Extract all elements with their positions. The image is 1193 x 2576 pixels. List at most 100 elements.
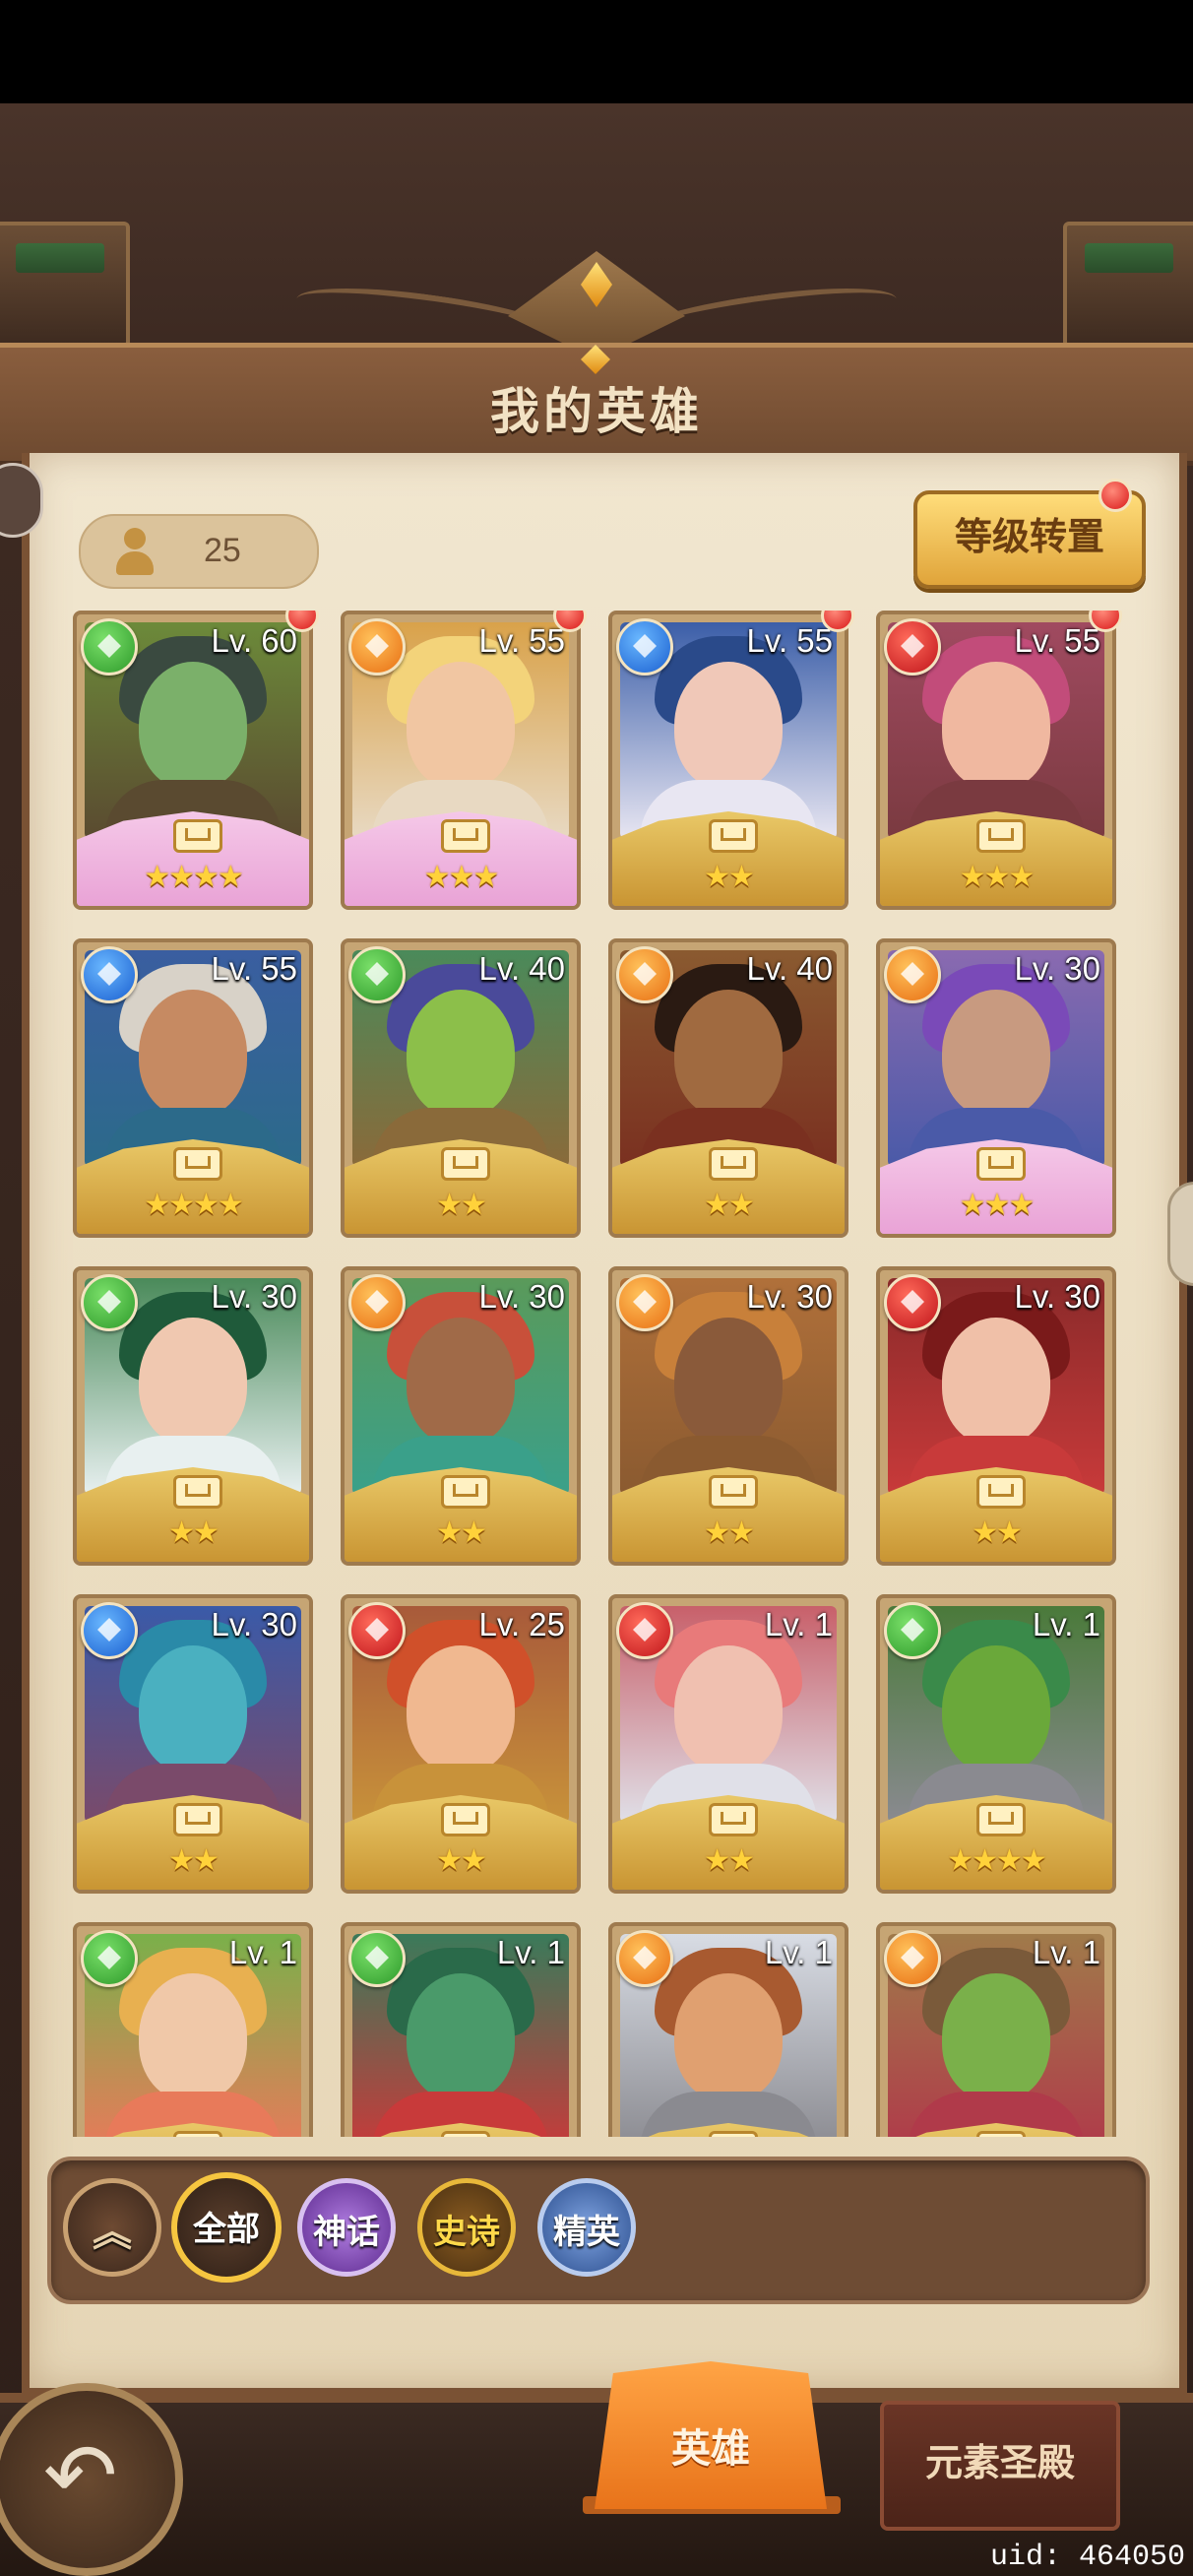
rarity-emblem-icon (709, 1147, 758, 1181)
hero-level: Lv. 30 (211, 1606, 297, 1642)
star-rating: ★★★ (959, 861, 1036, 893)
hero-card[interactable]: ★★★★ Lv. 60 (73, 611, 313, 910)
tab-heroes[interactable]: 英雄 (595, 2361, 827, 2509)
element-red-icon (348, 1602, 406, 1659)
hero-card[interactable]: ★★★★ Lv. 1 (876, 1594, 1116, 1894)
hero-face (139, 1318, 247, 1446)
element-orange-icon (348, 1274, 406, 1331)
star-rating: ★★★★ (947, 1844, 1047, 1877)
hero-level: Lv. 60 (211, 622, 297, 659)
star-rating: ★★ (704, 861, 755, 893)
hero-grid: ★★★★ Lv. 60 ★★★ Lv. 55 ★★ Lv. 55 ★★★ Lv. 55 ★★★★… (0, 611, 1193, 2137)
rarity-emblem-icon (441, 2131, 490, 2137)
filter-all-button[interactable]: 全部 (171, 2172, 282, 2283)
hero-level: Lv. 1 (1032, 1934, 1100, 1970)
element-green-icon (884, 1602, 941, 1659)
star-rating: ★★ (168, 1516, 220, 1549)
hero-card[interactable]: ★★ Lv. 30 (73, 1266, 313, 1566)
hero-card[interactable]: ★★ Lv. 25 (341, 1594, 581, 1894)
hero-face (674, 1973, 783, 2101)
status-bar (0, 0, 1193, 103)
person-icon (114, 528, 154, 575)
hero-level: Lv. 1 (764, 1934, 833, 1970)
hero-level: Lv. 1 (228, 1934, 297, 1970)
left-pillar-decoration (0, 222, 130, 348)
rarity-emblem-icon (441, 1475, 490, 1509)
star-rating: ★★ (168, 1844, 220, 1877)
page-title: 我的英雄 (490, 384, 703, 439)
star-rating: ★★ (704, 1189, 755, 1221)
hero-face (674, 662, 783, 790)
star-rating: ★★ (436, 1189, 487, 1221)
hero-count-value: 25 (204, 532, 241, 569)
hero-card[interactable]: Lv. 1 (608, 1922, 848, 2137)
hero-level: Lv. 30 (211, 1278, 297, 1315)
rarity-emblem-icon (173, 1475, 222, 1509)
rarity-emblem-icon (709, 1803, 758, 1836)
rarity-emblem-icon (976, 1147, 1026, 1181)
element-orange-icon (884, 1930, 941, 1987)
tab-element-temple[interactable]: 元素圣殿 (880, 2401, 1120, 2531)
right-pillar-decoration (1063, 222, 1193, 348)
hero-level: Lv. 55 (746, 622, 833, 659)
hero-face (942, 1318, 1050, 1446)
hero-face (407, 1973, 515, 2101)
hero-card[interactable]: ★★★ Lv. 30 (876, 938, 1116, 1238)
tab-heroes-label: 英雄 (671, 2427, 750, 2471)
hero-card[interactable]: ★★ Lv. 30 (876, 1266, 1116, 1566)
element-green-icon (81, 1930, 138, 1987)
hero-card[interactable]: Lv. 1 (876, 1922, 1116, 2137)
hero-face (139, 1645, 247, 1773)
element-green-icon (81, 618, 138, 676)
rarity-emblem-icon (173, 2131, 222, 2137)
hero-level: Lv. 55 (211, 950, 297, 987)
hero-count-badge: 25 (79, 514, 319, 589)
hero-face (942, 662, 1050, 790)
hero-card[interactable]: ★★★★ Lv. 55 (73, 938, 313, 1238)
hero-card[interactable]: ★★ Lv. 55 (608, 611, 848, 910)
hero-card[interactable]: ★★ Lv. 30 (341, 1266, 581, 1566)
hero-face (407, 1645, 515, 1773)
hero-face (407, 662, 515, 790)
rarity-emblem-icon (441, 1803, 490, 1836)
element-blue-icon (616, 618, 673, 676)
hero-card[interactable]: ★★ Lv. 40 (608, 938, 848, 1238)
element-blue-icon (81, 1602, 138, 1659)
element-red-icon (616, 1602, 673, 1659)
hero-level: Lv. 30 (478, 1278, 565, 1315)
hero-level: Lv. 40 (478, 950, 565, 987)
hero-level: Lv. 30 (1014, 950, 1100, 987)
star-rating: ★★★★ (144, 861, 244, 893)
notification-dot (1099, 479, 1132, 512)
hero-card[interactable]: ★★★ Lv. 55 (876, 611, 1116, 910)
hero-card[interactable]: ★★ Lv. 30 (608, 1266, 848, 1566)
hero-card[interactable]: Lv. 1 (341, 1922, 581, 2137)
hero-face (407, 990, 515, 1118)
hero-level: Lv. 30 (1014, 1278, 1100, 1315)
collapse-chevron-button[interactable]: ︽ (63, 2178, 161, 2277)
hero-level: Lv. 30 (746, 1278, 833, 1315)
star-rating: ★★ (436, 1844, 487, 1877)
hero-face (942, 1645, 1050, 1773)
element-red-icon (884, 618, 941, 676)
hero-card[interactable]: ★★ Lv. 1 (608, 1594, 848, 1894)
filter-epic-button[interactable]: 史诗 (417, 2178, 516, 2277)
element-red-icon (884, 1274, 941, 1331)
hero-card[interactable]: ★★★ Lv. 55 (341, 611, 581, 910)
star-rating: ★★ (704, 1844, 755, 1877)
rarity-emblem-icon (173, 1147, 222, 1181)
rarity-emblem-icon (441, 1147, 490, 1181)
rarity-emblem-icon (709, 2131, 758, 2137)
hero-card[interactable]: ★★ Lv. 40 (341, 938, 581, 1238)
hero-level: Lv. 55 (478, 622, 565, 659)
hero-card[interactable]: ★★ Lv. 30 (73, 1594, 313, 1894)
hero-face (674, 990, 783, 1118)
hero-card[interactable]: Lv. 1 (73, 1922, 313, 2137)
element-green-icon (81, 1274, 138, 1331)
element-orange-icon (616, 1274, 673, 1331)
filter-myth-button[interactable]: 神话 (297, 2178, 396, 2277)
hero-face (407, 1318, 515, 1446)
filter-elite-button[interactable]: 精英 (537, 2178, 636, 2277)
rarity-emblem-icon (976, 1475, 1026, 1509)
back-arrow-icon: ↶ (43, 2427, 118, 2526)
